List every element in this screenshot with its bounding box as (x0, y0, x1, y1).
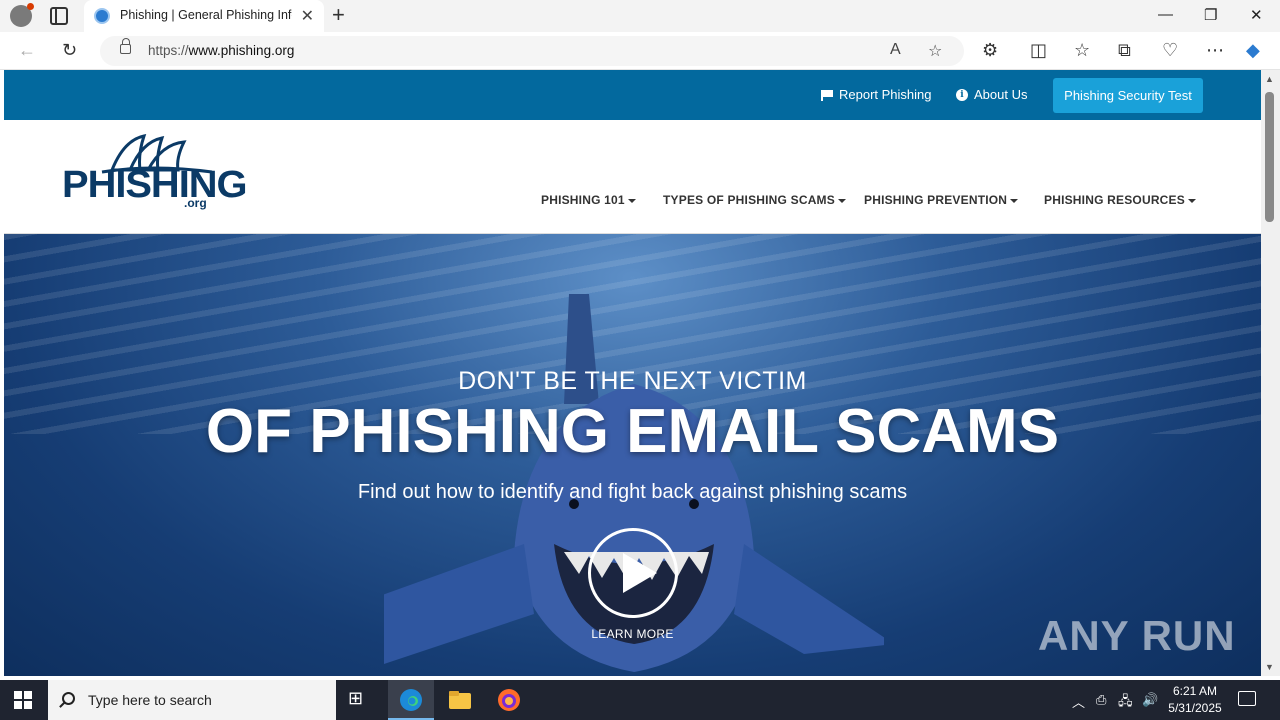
search-icon (62, 692, 75, 705)
refresh-icon[interactable]: ↻ (62, 40, 77, 61)
caret-down-icon (1187, 198, 1196, 203)
lock-icon[interactable] (120, 38, 131, 54)
web-page: Report Phishing i About Us Phishing Secu… (4, 70, 1261, 676)
window-minimize-button[interactable]: — (1158, 6, 1173, 23)
url-scheme: https:// (148, 43, 189, 58)
menu-label: TYPES OF PHISHING SCAMS (663, 193, 835, 207)
info-icon: i (956, 88, 968, 101)
logo-wordmark: PHISHING (62, 164, 248, 206)
firefox-icon[interactable] (497, 688, 521, 712)
address-bar[interactable]: https://www.phishing.org A ☆ (100, 36, 964, 66)
more-options-icon[interactable]: ⋯ (1206, 40, 1224, 61)
copilot-icon[interactable]: ◆ (1246, 40, 1260, 61)
extensions-icon[interactable]: ⚙ (982, 40, 998, 61)
play-video-button[interactable] (588, 528, 678, 618)
search-placeholder: Type here to search (88, 692, 212, 708)
hero-subtitle: Find out how to identify and fight back … (357, 481, 908, 503)
clock-time: 6:21 AM (1172, 684, 1218, 698)
caret-down-icon (1010, 198, 1019, 203)
hero-kicker: DON'T BE THE NEXT VICTIM (458, 367, 807, 395)
site-logo[interactable]: PHISHING .org (62, 134, 248, 214)
menu-label: PHISHING 101 (541, 193, 625, 207)
scroll-down-icon[interactable]: ▼ (1265, 662, 1274, 672)
flag-icon (821, 89, 833, 101)
taskbar-search-box[interactable]: Type here to search (48, 680, 336, 720)
url-text[interactable]: https://www.phishing.org (148, 43, 294, 58)
read-aloud-icon[interactable]: A (890, 41, 901, 59)
meet-now-icon[interactable]: ⎙ (1096, 692, 1106, 708)
favorites-icon[interactable]: ☆ (1074, 40, 1090, 61)
hero-banner: DON'T BE THE NEXT VICTIM OF PHISHING EMA… (4, 234, 1261, 676)
menu-label: PHISHING PREVENTION (864, 193, 1008, 207)
clock-date: 5/31/2025 (1168, 701, 1222, 715)
scroll-thumb[interactable] (1265, 92, 1274, 222)
anyrun-watermark: ANY RUN (1038, 612, 1236, 659)
volume-icon[interactable]: 🔊 (1142, 692, 1158, 708)
url-domain: www.phishing.org (188, 43, 295, 58)
report-phishing-label: Report Phishing (839, 87, 932, 102)
tab-close-icon[interactable]: ✕ (301, 6, 314, 26)
windows-start-icon[interactable] (14, 691, 32, 709)
about-us-label: About Us (974, 87, 1028, 102)
scroll-up-icon[interactable]: ▲ (1265, 74, 1274, 84)
browser-essentials-icon[interactable]: ♡ (1162, 40, 1178, 61)
page-scrollbar[interactable]: ▲ ▼ (1261, 70, 1280, 676)
menu-phishing-prevention[interactable]: PHISHING PREVENTION (864, 193, 1019, 207)
report-phishing-link[interactable]: Report Phishing (821, 87, 932, 102)
split-screen-icon[interactable]: ◫ (1030, 40, 1047, 61)
tab-title: Phishing | General Phishing Information (120, 8, 292, 22)
tray-overflow-icon[interactable]: ︿ (1072, 692, 1085, 711)
windows-taskbar: Type here to search ⊞ ︿ ⎙ 🖧 🔊 6:21 AM 5/… (0, 680, 1280, 720)
about-us-link[interactable]: i About Us (956, 87, 1027, 102)
profile-avatar-icon[interactable] (10, 3, 34, 27)
logo-tld: .org (184, 196, 207, 210)
menu-phishing-resources[interactable]: PHISHING RESOURCES (1044, 193, 1196, 207)
favorite-star-icon[interactable]: ☆ (928, 41, 942, 61)
tab-actions-icon[interactable] (50, 7, 68, 25)
window-restore-button[interactable]: ❐ (1204, 6, 1217, 24)
hero-title: OF PHISHING EMAIL SCAMS (205, 397, 1060, 466)
site-top-bar: Report Phishing i About Us Phishing Secu… (4, 70, 1261, 120)
menu-label: PHISHING RESOURCES (1044, 193, 1185, 207)
notification-center-icon[interactable] (1238, 691, 1256, 706)
caret-down-icon (837, 198, 846, 203)
edge-icon (400, 689, 422, 711)
system-clock[interactable]: 6:21 AM 5/31/2025 (1160, 683, 1230, 717)
network-icon[interactable]: 🖧 (1118, 692, 1133, 714)
site-header: PHISHING .org PHISHING 101 TYPES OF PHIS… (4, 120, 1261, 234)
window-close-button[interactable]: ✕ (1250, 6, 1263, 24)
browser-tab-active[interactable]: Phishing | General Phishing Information … (84, 0, 324, 32)
menu-types-of-phishing-scams[interactable]: TYPES OF PHISHING SCAMS (663, 193, 846, 207)
caret-down-icon (627, 198, 636, 203)
browser-toolbar: ← ↻ https://www.phishing.org A ☆ ⚙ ◫ ☆ ⧉… (0, 32, 1280, 70)
site-favicon-icon (94, 8, 110, 24)
new-tab-button[interactable]: + (332, 2, 345, 28)
edge-taskbar-active[interactable] (388, 680, 434, 720)
collections-icon[interactable]: ⧉ (1118, 40, 1131, 61)
phishing-security-test-button[interactable]: Phishing Security Test (1053, 78, 1203, 113)
file-explorer-icon[interactable] (448, 688, 472, 712)
menu-phishing-101[interactable]: PHISHING 101 (541, 193, 636, 207)
browser-title-bar: Phishing | General Phishing Information … (0, 0, 1280, 32)
back-arrow-icon[interactable]: ← (18, 40, 36, 61)
task-view-icon[interactable]: ⊞ (348, 688, 372, 712)
